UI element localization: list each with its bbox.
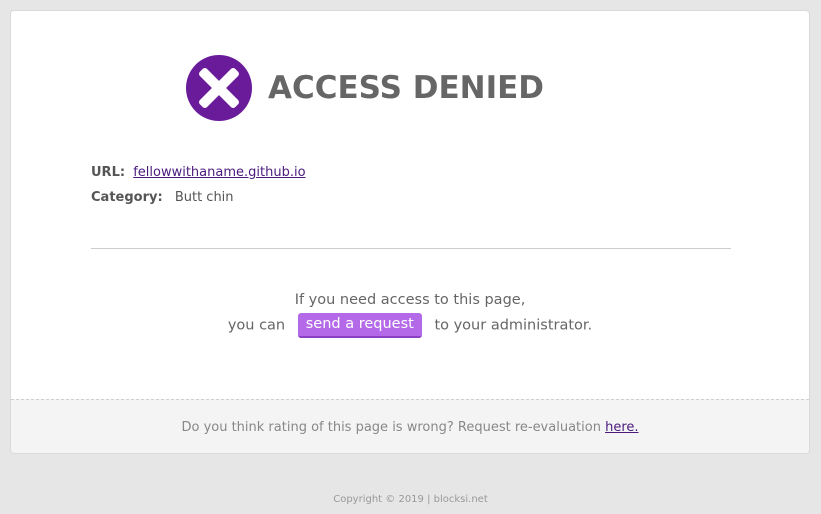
- url-label: URL:: [91, 165, 126, 180]
- page-header: ACCESS DENIED: [186, 55, 544, 121]
- copyright: Copyright © 2019 | blocksi.net: [333, 494, 488, 505]
- access-denied-card: ACCESS DENIED URL: fellowwithaname.githu…: [10, 10, 810, 454]
- send-request-button[interactable]: send a request: [297, 313, 422, 338]
- category-label: Category:: [91, 190, 163, 205]
- message-suffix: to your administrator.: [434, 317, 593, 334]
- re-evaluation-text: Do you think rating of this page is wron…: [181, 420, 601, 435]
- blocked-info: URL: fellowwithaname.github.io Category:…: [91, 163, 306, 213]
- page-title: ACCESS DENIED: [268, 70, 545, 106]
- divider: [91, 248, 731, 249]
- category-value: Butt chin: [174, 190, 234, 205]
- message-prefix: you can: [227, 317, 286, 334]
- message-line-2: you can send a request to your administr…: [11, 313, 809, 339]
- category-row: Category: Butt chin: [91, 188, 306, 213]
- re-evaluation-footer: Do you think rating of this page is wron…: [11, 399, 809, 453]
- url-link[interactable]: fellowwithaname.github.io: [133, 165, 305, 180]
- access-message: If you need access to this page, you can…: [11, 288, 809, 339]
- re-evaluation-link[interactable]: here.: [605, 420, 638, 435]
- message-line-1: If you need access to this page,: [294, 292, 526, 308]
- url-row: URL: fellowwithaname.github.io: [91, 163, 306, 188]
- x-circle-icon: [186, 55, 252, 121]
